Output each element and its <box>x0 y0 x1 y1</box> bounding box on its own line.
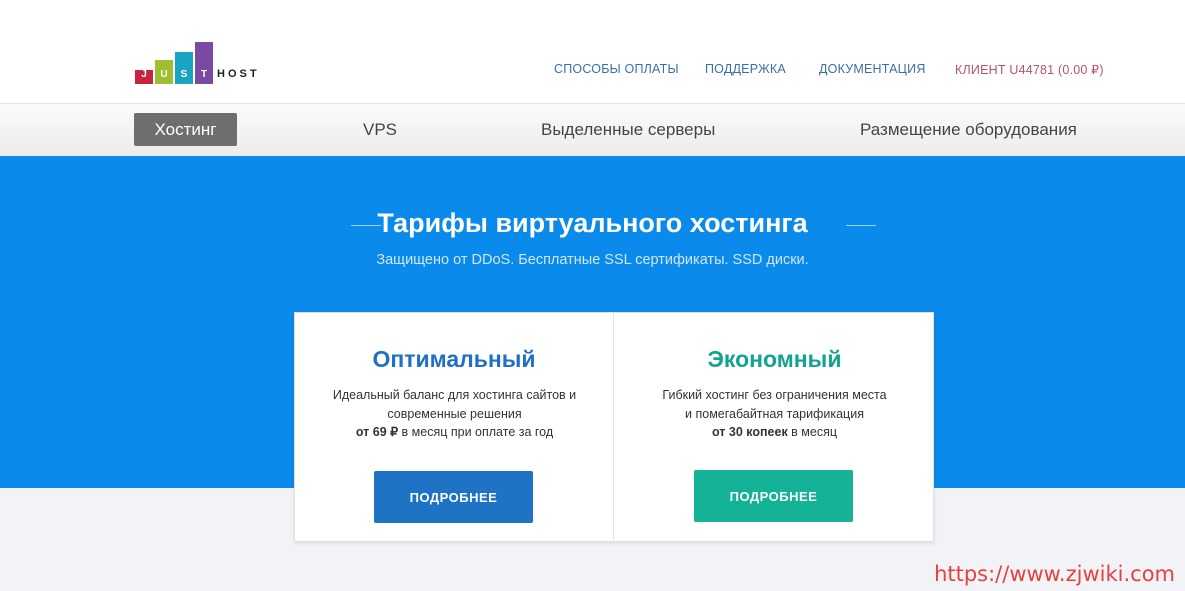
plan-cards: Оптимальный Идеальный баланс для хостинг… <box>294 312 934 542</box>
site-header: J U S T HOST СПОСОБЫ ОПЛАТЫ ПОДДЕРЖКА ДО… <box>0 0 1185 104</box>
plan-price: от 30 копеек в месяц <box>635 423 914 442</box>
logo-letter: U <box>160 69 168 80</box>
main-menu: Хостинг VPS Выделенные серверы Размещени… <box>0 104 1185 156</box>
plan-card-economy: Экономный Гибкий хостинг без ограничения… <box>615 313 934 541</box>
logo-letter: T <box>200 69 208 80</box>
details-button-economy[interactable]: ПОДРОБНЕЕ <box>694 470 853 522</box>
logo-letter: J <box>141 69 147 80</box>
plan-price-period: в месяц <box>787 425 838 439</box>
plan-price-amount: от 30 копеек <box>711 425 788 439</box>
page-subtitle: Защищено от DDoS. Бесплатные SSL сертифи… <box>376 252 809 268</box>
watermark-text: https://www.zjwiki.com <box>934 562 1175 586</box>
plan-price: от 69 ₽ в месяц при оплате за год <box>315 423 594 442</box>
details-button-optimal[interactable]: ПОДРОБНЕЕ <box>374 471 533 523</box>
plan-title: Оптимальный <box>372 346 536 372</box>
nav-client-account[interactable]: КЛИЕНТ U44781 (0.00 ₽) <box>955 62 1104 77</box>
menu-dedicated-servers[interactable]: Выделенные серверы <box>541 120 715 140</box>
menu-vps[interactable]: VPS <box>363 120 397 140</box>
logo-letter: S <box>180 69 188 80</box>
plan-card-optimal: Оптимальный Идеальный баланс для хостинг… <box>295 313 614 541</box>
nav-support[interactable]: ПОДДЕРЖКА <box>705 62 786 76</box>
plan-desc-line: и помегабайтная тарификация <box>685 406 864 421</box>
menu-hosting[interactable]: Хостинг <box>134 113 237 146</box>
justhost-logo[interactable]: J U S T HOST <box>135 42 270 84</box>
plan-description: Гибкий хостинг без ограничения места и п… <box>635 386 914 442</box>
page-title: Тарифы виртуального хостинга <box>377 208 808 238</box>
logo-host-text: HOST <box>217 68 260 80</box>
plan-description: Идеальный баланс для хостинга сайтов и с… <box>315 386 594 442</box>
menu-colocation[interactable]: Размещение оборудования <box>860 120 1077 140</box>
nav-documentation[interactable]: ДОКУМЕНТАЦИЯ <box>819 62 926 76</box>
plan-desc-line: современные решения <box>387 406 522 421</box>
plan-title: Экономный <box>707 346 842 372</box>
plan-price-period: в месяц при оплате за год <box>398 425 554 439</box>
plan-desc-line: Гибкий хостинг без ограничения места <box>662 388 887 402</box>
plan-desc-line: Идеальный баланс для хостинга сайтов и <box>332 388 577 402</box>
plan-price-amount: от 69 ₽ <box>355 425 399 439</box>
title-divider-right <box>846 225 876 226</box>
nav-payment-methods[interactable]: СПОСОБЫ ОПЛАТЫ <box>554 62 679 76</box>
